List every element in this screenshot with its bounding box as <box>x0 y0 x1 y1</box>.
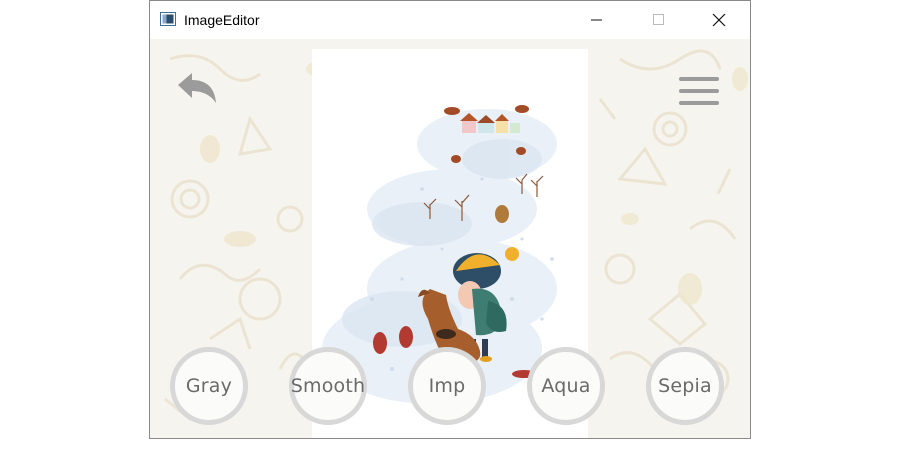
filter-label: Imp <box>428 375 466 397</box>
maximize-icon <box>653 14 664 25</box>
close-icon <box>712 13 726 27</box>
minimize-button[interactable] <box>574 1 620 39</box>
undo-button[interactable] <box>176 71 220 109</box>
maximize-button[interactable] <box>636 1 682 39</box>
editor-area: Gray Smooth Imp Aqua Sepia <box>150 39 750 438</box>
filter-label: Aqua <box>541 375 591 397</box>
filter-label: Smooth <box>290 375 366 397</box>
hamburger-menu-icon <box>679 77 719 105</box>
minimize-icon <box>591 19 602 21</box>
filter-label: Gray <box>185 375 233 397</box>
close-button[interactable] <box>696 1 742 39</box>
filter-gray-button[interactable]: Gray <box>170 347 248 425</box>
title-bar[interactable]: ImageEditor <box>150 1 750 39</box>
filter-imp-button[interactable]: Imp <box>408 347 486 425</box>
filter-label: Sepia <box>658 375 712 397</box>
app-icon <box>160 12 176 26</box>
filter-sepia-button[interactable]: Sepia <box>646 347 724 425</box>
filter-aqua-button[interactable]: Aqua <box>527 347 605 425</box>
app-window: ImageEditor Gray Smooth Imp Aqua Sepia <box>149 0 751 439</box>
menu-button[interactable] <box>678 75 720 109</box>
undo-arrow-icon <box>178 73 216 103</box>
filter-smooth-button[interactable]: Smooth <box>289 347 367 425</box>
window-title: ImageEditor <box>184 12 260 28</box>
